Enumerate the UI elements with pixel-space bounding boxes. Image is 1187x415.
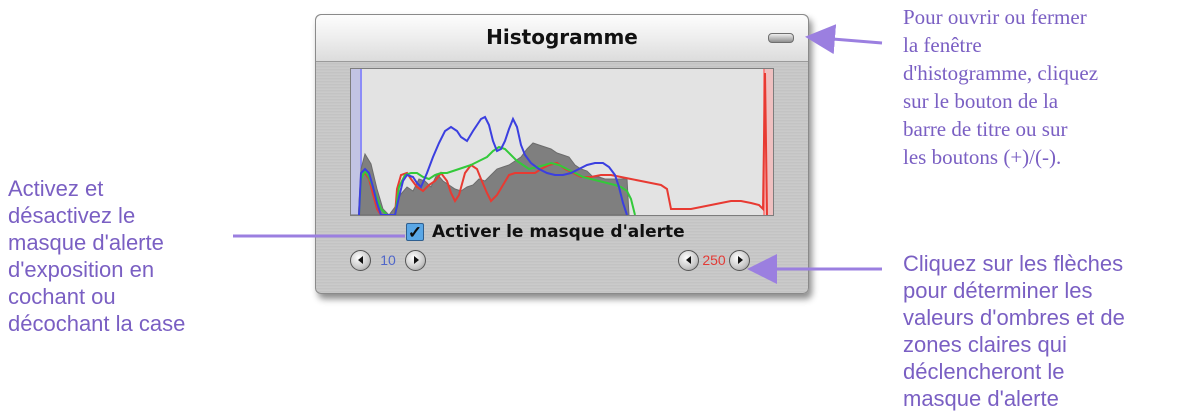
- callout-connectors: [233, 24, 883, 284]
- connector-top-right: [805, 24, 883, 55]
